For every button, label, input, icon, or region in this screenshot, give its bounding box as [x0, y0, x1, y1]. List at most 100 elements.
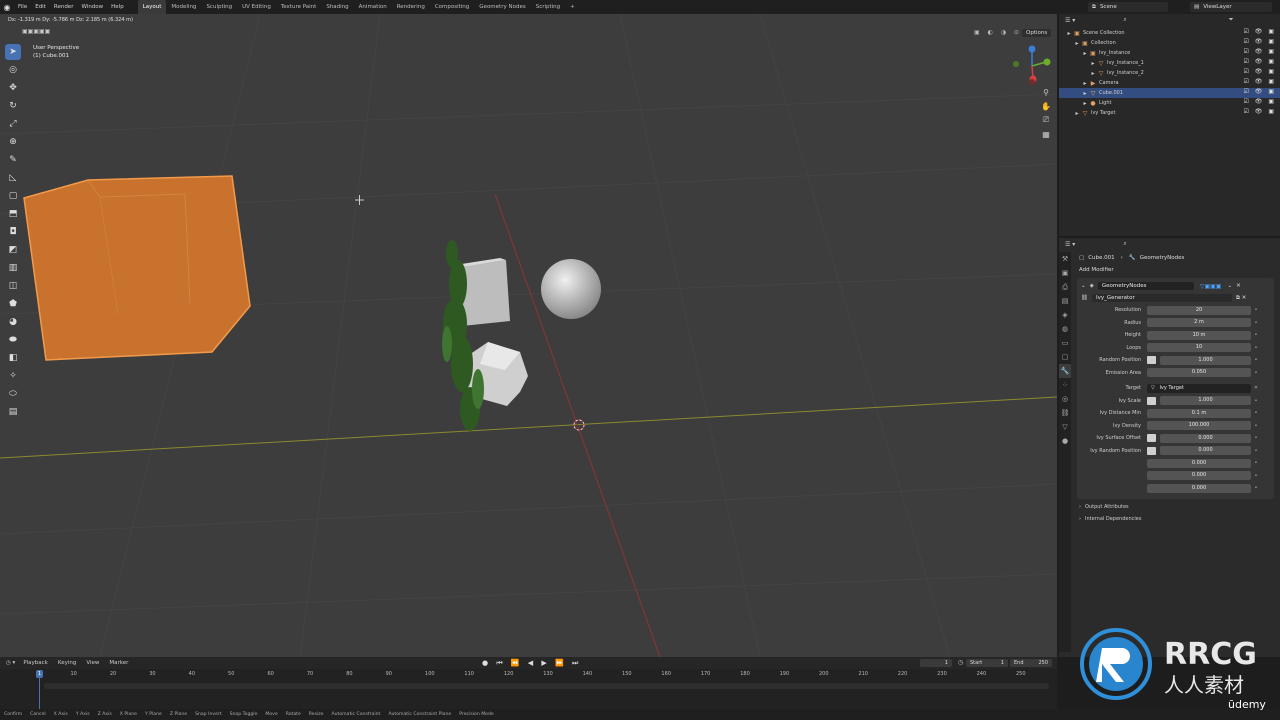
timeline-menu-marker[interactable]: Marker [109, 660, 128, 666]
tab-animation[interactable]: Animation [354, 0, 392, 14]
outliner-item[interactable]: ▸ ▽ Cube.001 ☑ 👁 ▣ [1059, 88, 1280, 98]
menu-edit[interactable]: Edit [31, 0, 50, 14]
outliner-item[interactable]: ▸ ▶ Camera ☑ 👁 ▣ [1059, 78, 1280, 88]
attribute-toggle-icon[interactable] [1147, 356, 1156, 365]
properties-search-icon[interactable]: ⌕ [1123, 240, 1126, 248]
visibility-toggle-icons[interactable]: ☑ 👁 ▣ [1244, 28, 1276, 35]
move-tool-icon[interactable]: ✥ [5, 80, 21, 96]
property-value-field[interactable]: 0.050 [1147, 368, 1251, 378]
physics-tab-icon[interactable]: ◎ [1059, 392, 1071, 406]
modifier-tab-icon[interactable]: 🔧 [1059, 364, 1071, 378]
3d-viewport[interactable]: Dx: -1.319 m Dy: -5.786 m Dz: 2.185 m (6… [0, 14, 1057, 657]
tab-uv-editing[interactable]: UV Editing [237, 0, 276, 14]
expand-chevron-icon[interactable]: ▸ [1089, 70, 1097, 77]
selected-cube-cube001[interactable] [23, 175, 251, 361]
property-value-field[interactable]: 10 m [1147, 330, 1251, 340]
keyframe-dot-icon[interactable]: • [1251, 423, 1261, 429]
material-tab-icon[interactable]: ● [1059, 434, 1071, 448]
timeline-menu-keying[interactable]: Keying [58, 660, 76, 666]
visibility-toggle-icons[interactable]: ☑ 👁 ▣ [1244, 108, 1276, 115]
scene-tab-icon[interactable]: ◈ [1059, 308, 1071, 322]
property-value-field[interactable]: 1.000 [1160, 396, 1251, 406]
visibility-toggle-icons[interactable]: ☑ 👁 ▣ [1244, 38, 1276, 45]
tab-modeling[interactable]: Modeling [166, 0, 201, 14]
property-value-field[interactable]: 0.000 [1160, 446, 1251, 456]
keyframe-dot-icon[interactable]: • [1251, 332, 1261, 338]
icosphere-object[interactable] [541, 259, 601, 319]
constraints-tab-icon[interactable]: ⛓ [1059, 406, 1071, 420]
property-value-field[interactable]: 20 [1147, 305, 1251, 315]
keyframe-dot-icon[interactable]: • [1251, 398, 1261, 404]
tab-rendering[interactable]: Rendering [392, 0, 430, 14]
expand-chevron-icon[interactable]: ▸ [1081, 80, 1089, 87]
poly-build-tool-icon[interactable]: ⬟ [5, 296, 21, 312]
property-value-field[interactable]: 10 [1147, 343, 1251, 353]
scale-tool-icon[interactable]: ⤢ [5, 116, 21, 132]
smooth-tool-icon[interactable]: ⬬ [5, 332, 21, 348]
render-tab-icon[interactable]: ▣ [1059, 266, 1071, 280]
preview-range-clock-icon[interactable]: ◷ [958, 659, 963, 666]
property-value-field[interactable]: 0.000 [1147, 458, 1251, 468]
outliner-item[interactable]: ▸ ▽ Ivy_Instance_1 ☑ 👁 ▣ [1059, 58, 1280, 68]
outliner-item[interactable]: ▸ ▽ Ivy_Instance_2 ☑ 👁 ▣ [1059, 68, 1280, 78]
collection-tab-icon[interactable]: ▭ [1059, 336, 1071, 350]
pan-hand-icon[interactable]: ✋ [1040, 100, 1052, 112]
end-frame-field[interactable]: End 250 [1010, 659, 1052, 667]
playback-controls[interactable]: ● ⏮ ⏪ ◀ ▶ ⏩ ⏭ [482, 659, 581, 668]
node-group-field[interactable]: Ivy_Generator [1091, 294, 1232, 302]
visibility-toggle-icons[interactable]: ☑ 👁 ▣ [1244, 58, 1276, 65]
output-tab-icon[interactable]: ⎙ [1059, 280, 1071, 294]
frame-ruler[interactable]: 1102030405060708090100110120130140150160… [0, 669, 1057, 679]
start-frame-field[interactable]: Start 1 [966, 659, 1008, 667]
keyframe-dot-icon[interactable]: • [1251, 357, 1261, 363]
navigation-gizmo[interactable] [1010, 44, 1054, 88]
modifier-toggle-icons[interactable]: ▽▣▣▣ [1200, 283, 1222, 290]
target-clear-icon[interactable]: ✕ [1251, 385, 1261, 391]
view-layer-selector[interactable]: ▤ ViewLayer [1190, 2, 1272, 12]
timeline-menu-view[interactable]: View [86, 660, 99, 666]
search-icon[interactable]: ⌕ [1123, 16, 1126, 24]
tab-scripting[interactable]: Scripting [531, 0, 565, 14]
shrink-tool-icon[interactable]: ✧ [5, 368, 21, 384]
keyframe-dot-icon[interactable]: • [1251, 370, 1261, 376]
target-object-field[interactable]: ▽ Ivy Target [1147, 383, 1251, 393]
collapse-chevron-icon[interactable]: ⌄ [1081, 283, 1086, 289]
expand-chevron-icon[interactable]: ▸ [1065, 30, 1073, 37]
particles-tab-icon[interactable]: ⁘ [1059, 378, 1071, 392]
select-tool-icon[interactable]: ➤ [5, 44, 21, 60]
add-cube-tool-icon[interactable]: ▢ [5, 188, 21, 204]
playhead[interactable]: 1 [36, 670, 43, 678]
outliner-item[interactable]: ▸ ● Light ☑ 👁 ▣ [1059, 98, 1280, 108]
menu-window[interactable]: Window [77, 0, 107, 14]
visibility-toggle-icons[interactable]: ☑ 👁 ▣ [1244, 78, 1276, 85]
outliner-item[interactable]: ▸ ▣ Collection ☑ 👁 ▣ [1059, 38, 1280, 48]
property-value-field[interactable]: 2 m [1147, 318, 1251, 328]
expand-chevron-icon[interactable]: ▸ [1073, 110, 1081, 117]
cursor-tool-icon[interactable]: ◎ [5, 62, 21, 78]
expand-chevron-icon[interactable]: ▸ [1081, 100, 1089, 107]
filter-icon[interactable]: ⏷ [1229, 16, 1234, 24]
property-value-field[interactable]: 100.000 [1147, 421, 1251, 431]
modifier-remove-icon[interactable]: ✕ [1236, 283, 1241, 289]
keyframe-dot-icon[interactable]: • [1251, 435, 1261, 441]
edge-slide-tool-icon[interactable]: ◧ [5, 350, 21, 366]
property-value-field[interactable]: 0.1 m [1147, 408, 1251, 418]
options-button[interactable]: Options [1022, 29, 1052, 37]
world-tab-icon[interactable]: ◍ [1059, 322, 1071, 336]
rotate-tool-icon[interactable]: ↻ [5, 98, 21, 114]
add-modifier-button[interactable]: Add Modifier [1073, 264, 1278, 276]
keyframe-dot-icon[interactable]: • [1251, 307, 1261, 313]
property-value-field[interactable]: 0.000 [1160, 433, 1251, 443]
visibility-toggle-icons[interactable]: ☑ 👁 ▣ [1244, 98, 1276, 105]
scene-selector[interactable]: ⧉ Scene [1088, 2, 1168, 12]
editor-type-icon[interactable]: ☰ ▾ [1065, 241, 1075, 248]
node-group-icons[interactable]: ⧉ ✕ [1236, 295, 1246, 302]
expand-chevron-icon[interactable]: ▸ [1081, 90, 1089, 97]
add-workspace-button[interactable]: + [565, 0, 580, 14]
tab-compositing[interactable]: Compositing [430, 0, 474, 14]
tab-sculpting[interactable]: Sculpting [201, 0, 237, 14]
visibility-toggle-icons[interactable]: ☑ 👁 ▣ [1244, 68, 1276, 75]
extrude-tool-icon[interactable]: ⬒ [5, 206, 21, 222]
timeline-scrollbar[interactable] [44, 683, 1049, 689]
keyframe-dot-icon[interactable]: • [1251, 485, 1261, 491]
